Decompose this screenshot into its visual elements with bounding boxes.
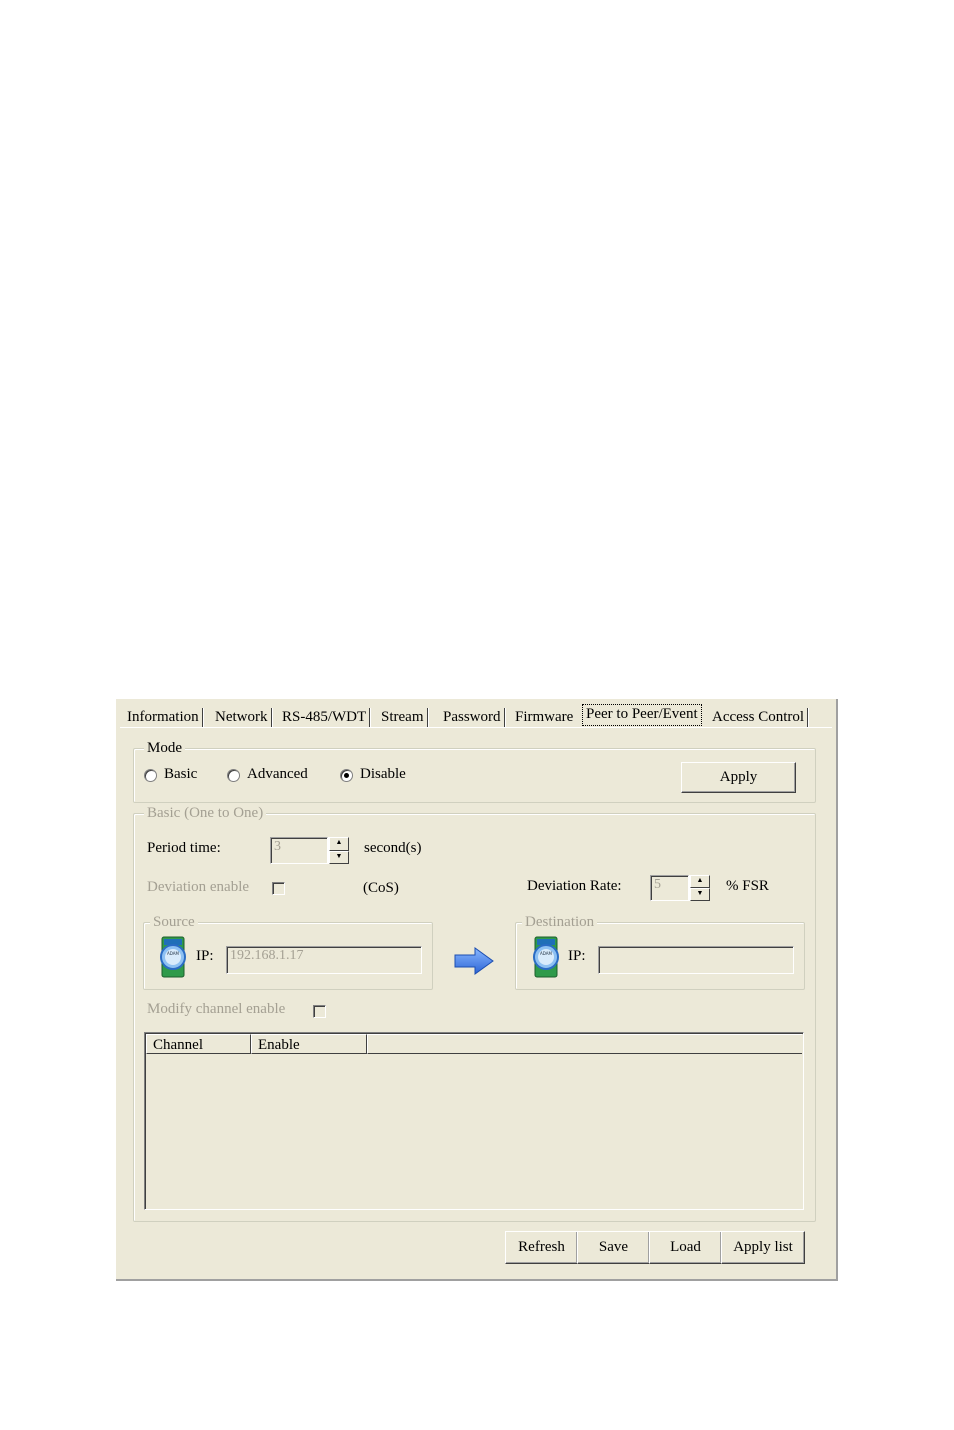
tab-firmware[interactable]: Firmware <box>511 707 576 727</box>
tab-label: Peer to Peer/Event <box>586 706 698 722</box>
spin-down-icon[interactable]: ▼ <box>329 850 349 864</box>
icon-text: ADAM <box>167 951 179 956</box>
column-header-filler <box>367 1034 802 1054</box>
spin-up-icon[interactable]: ▲ <box>690 875 710 888</box>
tab-rs485-wdt[interactable]: RS-485/WDT <box>278 707 372 728</box>
tab-label: Access Control <box>712 709 805 725</box>
tab-information[interactable]: Information <box>123 707 204 728</box>
source-ip-field[interactable]: 192.168.1.17 <box>226 946 422 974</box>
mode-advanced-radio[interactable] <box>227 769 240 782</box>
destination-ip-label: IP: <box>568 948 586 964</box>
refresh-button[interactable]: Refresh <box>505 1231 578 1264</box>
adam-device-icon: ADAM <box>533 936 559 978</box>
deviation-rate-input[interactable]: 5 <box>650 875 689 901</box>
period-unit-label: second(s) <box>364 840 422 856</box>
tab-label: Password <box>443 709 501 725</box>
adam-device-icon: ADAM <box>160 936 186 978</box>
destination-legend: Destination <box>522 913 598 931</box>
tab-stream[interactable]: Stream <box>377 707 429 728</box>
tab-strip-border <box>120 727 832 728</box>
modify-channel-checkbox[interactable] <box>313 1005 326 1018</box>
column-header-enable[interactable]: Enable <box>251 1034 367 1054</box>
mode-advanced-label[interactable]: Advanced <box>247 766 308 783</box>
save-button[interactable]: Save <box>577 1231 650 1264</box>
period-time-input[interactable]: 3 <box>270 837 328 864</box>
deviation-enable-label: Deviation enable <box>147 879 250 895</box>
deviation-rate-spinner[interactable]: ▲ ▼ <box>689 875 710 901</box>
spin-down-icon[interactable]: ▼ <box>690 888 710 901</box>
basic-legend: Basic (One to One) <box>144 804 267 822</box>
peer-to-peer-config-window: Information Network RS-485/WDT Stream Pa… <box>116 699 838 1281</box>
tab-password[interactable]: Password <box>439 707 506 728</box>
column-header-channel[interactable]: Channel <box>146 1034 251 1054</box>
deviation-enable-checkbox[interactable] <box>272 882 285 895</box>
tab-network[interactable]: Network <box>211 707 273 728</box>
tab-label: Firmware <box>515 709 574 725</box>
tab-label: Stream <box>381 709 424 725</box>
tab-label: Network <box>215 709 268 725</box>
source-legend: Source <box>150 913 198 931</box>
apply-button[interactable]: Apply <box>681 762 796 793</box>
channel-table[interactable]: Channel Enable <box>144 1032 804 1210</box>
load-button[interactable]: Load <box>649 1231 722 1264</box>
period-time-spinner[interactable]: ▲ ▼ <box>328 837 349 864</box>
apply-list-button[interactable]: Apply list <box>721 1231 805 1264</box>
mode-basic-label[interactable]: Basic <box>164 766 197 783</box>
mode-disable-radio[interactable] <box>340 769 353 782</box>
spin-up-icon[interactable]: ▲ <box>329 837 349 851</box>
deviation-rate-unit: % FSR <box>726 878 769 894</box>
mode-legend: Mode <box>144 739 185 757</box>
mode-basic-radio[interactable] <box>144 769 157 782</box>
mode-disable-label[interactable]: Disable <box>360 766 406 783</box>
tab-label: RS-485/WDT <box>282 709 367 725</box>
source-ip-label: IP: <box>196 948 214 964</box>
right-arrow-icon <box>454 947 494 975</box>
deviation-rate-label: Deviation Rate: <box>527 878 622 894</box>
icon-text: ADAM <box>540 951 552 956</box>
period-time-label: Period time: <box>147 840 221 856</box>
tab-access-control[interactable]: Access Control <box>708 707 810 728</box>
cos-label: (CoS) <box>363 880 399 896</box>
tab-label: Information <box>127 709 199 725</box>
tab-peer-to-peer-event[interactable]: Peer to Peer/Event <box>582 704 702 726</box>
destination-ip-field[interactable] <box>598 946 794 974</box>
modify-channel-label: Modify channel enable <box>147 1001 286 1017</box>
